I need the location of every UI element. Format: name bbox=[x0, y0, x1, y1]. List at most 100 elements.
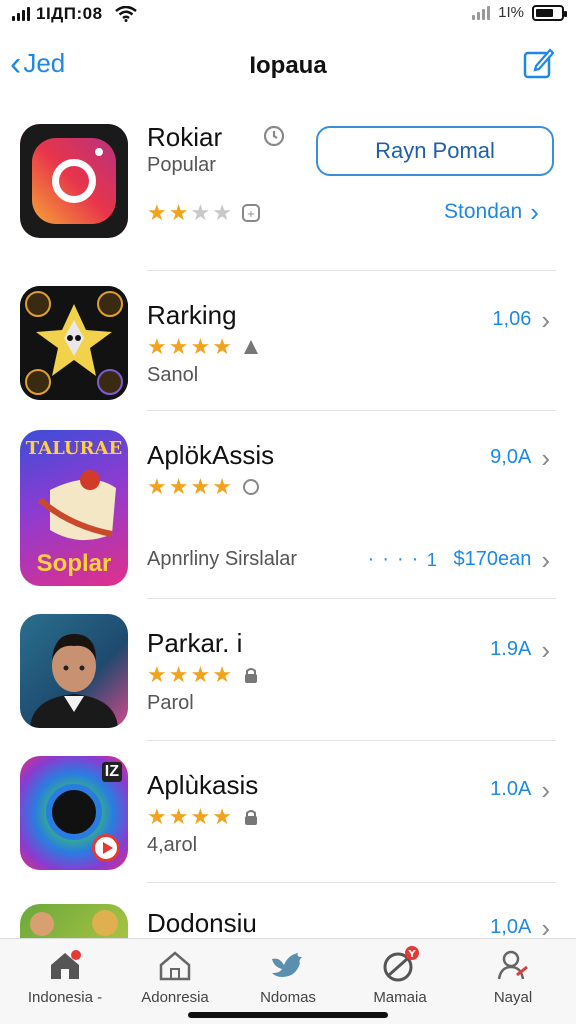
list-item[interactable]: IZ Aplùkasis ★ ★ ★ ★ 4,arol 1.0A › bbox=[0, 754, 576, 894]
app-name: Dodonsiu bbox=[147, 908, 257, 938]
app-name: Parkar. i bbox=[147, 628, 243, 658]
star-icon: ★ bbox=[168, 334, 189, 359]
battery-icon bbox=[532, 4, 567, 21]
battery-percent: 1Ι% bbox=[498, 4, 524, 21]
star-icon: ★ bbox=[168, 662, 189, 687]
divider bbox=[147, 598, 556, 599]
divider bbox=[147, 882, 556, 883]
star-icon: ★ bbox=[190, 474, 211, 499]
star-icon: ★ bbox=[212, 474, 232, 499]
app-subtitle: Apnrliny Sirslalar bbox=[147, 548, 298, 570]
divider bbox=[147, 270, 556, 271]
cartoon-app-icon bbox=[20, 904, 128, 938]
tab-label: Adonresia bbox=[141, 989, 209, 1006]
star-icon: ★ bbox=[147, 804, 167, 829]
star-icon: ★ bbox=[190, 334, 211, 359]
star-rating: ★ ★ ★ ★ bbox=[147, 476, 260, 498]
play-icon bbox=[92, 834, 120, 862]
app-name: Rokiar bbox=[147, 122, 223, 152]
chevron-right-icon: › bbox=[541, 442, 550, 473]
star-icon: ★ bbox=[190, 662, 211, 687]
age-rating-icon bbox=[243, 340, 258, 354]
wifi-icon bbox=[114, 6, 137, 22]
price-label: 1,0A bbox=[490, 916, 532, 938]
age-rating-icon bbox=[242, 479, 259, 495]
page-dots: ‧ ‧ ‧ ‧ 1 bbox=[368, 550, 439, 570]
list-item[interactable]: Rarking ★ ★ ★ ★ Sanol 1,06 › bbox=[0, 284, 576, 424]
instagram-app-icon bbox=[20, 124, 128, 238]
tab-nayal[interactable]: Nayal bbox=[458, 945, 568, 1006]
tab-label: Ndomas bbox=[260, 989, 316, 1006]
home-indicator[interactable] bbox=[188, 1012, 388, 1018]
status-left: 1ΙДП:08 bbox=[12, 4, 137, 24]
chevron-right-icon: › bbox=[541, 912, 550, 939]
price-button[interactable]: 9,0A › bbox=[490, 442, 550, 473]
tab-ndomas[interactable]: Ndomas bbox=[233, 945, 343, 1006]
tab-adonresia[interactable]: Adonresia bbox=[120, 945, 230, 1006]
app-name: Rarking bbox=[147, 300, 237, 330]
tab-badge: Y bbox=[407, 949, 416, 960]
star-icon: ★ bbox=[212, 334, 232, 359]
star-rating: ★ ★ ★ ★ bbox=[147, 664, 260, 686]
star-icon: ★ bbox=[212, 200, 232, 225]
divider bbox=[147, 410, 556, 411]
price-button[interactable]: 1,06 › bbox=[492, 304, 550, 335]
icon-badge: IZ bbox=[101, 762, 122, 782]
app-subtitle: Parol bbox=[147, 692, 194, 714]
tab-label: Indonesia - bbox=[27, 989, 103, 1006]
price-label: 1.9A bbox=[490, 638, 532, 660]
list-item[interactable]: Parkar. i ★ ★ ★ ★ Parol 1.9A › bbox=[0, 612, 576, 752]
app-subtitle: Popular bbox=[147, 154, 216, 176]
star-icon: ★ bbox=[190, 200, 211, 225]
cell-signal-icon bbox=[12, 7, 30, 21]
star-rating: ★ ★ ★ ★ + bbox=[147, 202, 260, 224]
price-button[interactable]: 1.9A › bbox=[490, 634, 550, 665]
star-icon: ★ bbox=[147, 662, 167, 687]
compose-icon[interactable] bbox=[522, 46, 554, 80]
star-icon: ★ bbox=[147, 200, 167, 225]
chevron-right-icon: › bbox=[541, 634, 550, 665]
chevron-right-icon: › bbox=[541, 544, 550, 575]
app-name: Aplùkasis bbox=[147, 770, 259, 800]
chevron-right-icon: › bbox=[530, 197, 539, 227]
featured-link[interactable]: Stondan › bbox=[444, 197, 539, 227]
person-portrait-icon bbox=[30, 634, 118, 728]
star-icon: ★ bbox=[212, 662, 232, 687]
status-time: 1ΙДП:08 bbox=[36, 4, 103, 23]
price-label: 1,06 bbox=[492, 308, 532, 330]
app-subtitle: Sanol bbox=[147, 364, 199, 386]
tab-mamaia[interactable]: Y Mamaia bbox=[345, 945, 455, 1006]
star-icon: ★ bbox=[168, 804, 189, 829]
star-rating: ★ ★ ★ ★ bbox=[147, 806, 260, 828]
featured-action-button[interactable]: Rayn Pomal bbox=[316, 126, 554, 176]
secondary-price-button[interactable]: $170ean › bbox=[453, 544, 550, 575]
lock-icon bbox=[244, 810, 257, 825]
star-character-icon bbox=[20, 286, 128, 400]
chevron-right-icon: › bbox=[541, 304, 550, 335]
chevron-right-icon: › bbox=[541, 774, 550, 805]
game-app-icon bbox=[20, 286, 128, 400]
star-icon: ★ bbox=[190, 804, 211, 829]
app-name: AplökAssis bbox=[147, 440, 275, 470]
tab-indonesia[interactable]: Indonesia - bbox=[10, 945, 120, 1006]
price-button[interactable]: 1,0A › bbox=[490, 912, 550, 939]
star-icon: ★ bbox=[168, 474, 189, 499]
icon-text-bottom: Soplar bbox=[36, 550, 112, 577]
tab-label: Mamaia bbox=[373, 989, 427, 1006]
list-item[interactable]: Dodonsiu 1,0A › bbox=[0, 896, 576, 938]
camera-app-icon: IZ bbox=[20, 756, 128, 870]
star-rating: ★ ★ ★ ★ bbox=[147, 336, 260, 358]
featured-link-label: Stondan bbox=[444, 200, 523, 223]
circle-badge-icon: Y bbox=[383, 946, 419, 982]
lock-icon bbox=[244, 668, 257, 683]
list-item[interactable]: TALURAE Soplar AplökAssis ★ ★ ★ ★ Apnrli… bbox=[0, 426, 576, 586]
portrait-app-icon bbox=[20, 614, 128, 728]
nav-bar: ‹ Jed Ιopaua bbox=[0, 36, 576, 96]
star-icon: ★ bbox=[168, 200, 189, 225]
secondary-signal-icon bbox=[472, 5, 491, 20]
star-icon: ★ bbox=[147, 474, 167, 499]
clock-icon[interactable] bbox=[262, 124, 286, 148]
price-button[interactable]: 1.0A › bbox=[490, 774, 550, 805]
age-rating-icon: + bbox=[241, 204, 260, 222]
star-icon: ★ bbox=[147, 334, 167, 359]
